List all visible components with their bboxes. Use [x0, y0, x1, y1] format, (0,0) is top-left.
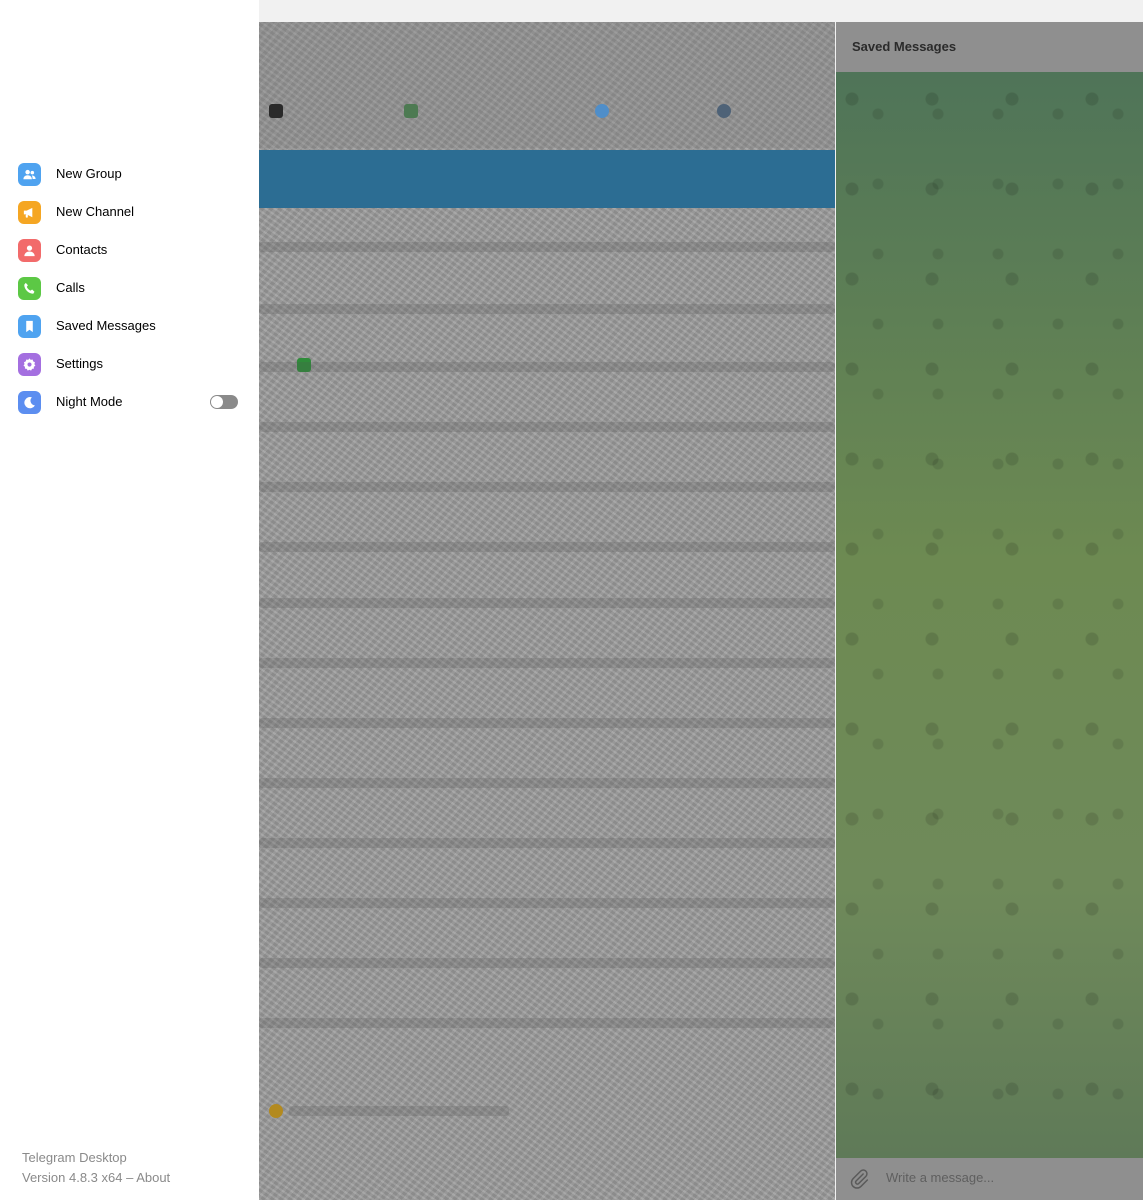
menu-item-label: New Channel — [56, 204, 135, 219]
main-menu: New Group New Channel Contacts Calls Sav… — [0, 155, 259, 421]
chat-row — [259, 362, 835, 372]
app-name: Telegram Desktop — [22, 1150, 127, 1165]
chat-list-avatar — [404, 104, 418, 118]
toggle-knob — [211, 396, 223, 408]
chat-row — [259, 242, 835, 252]
chat-list-header — [259, 22, 835, 148]
chat-list-dimmed — [259, 22, 835, 1200]
chat-row — [259, 778, 835, 788]
gear-icon — [18, 353, 41, 376]
menu-item-label: Contacts — [56, 242, 108, 257]
title-strip — [259, 0, 1143, 22]
chat-row — [289, 1106, 509, 1116]
chat-title[interactable]: Saved Messages — [852, 39, 956, 54]
chat-row — [259, 542, 835, 552]
chat-row — [259, 422, 835, 432]
chat-list-avatar — [717, 104, 731, 118]
moon-icon — [18, 391, 41, 414]
phone-icon — [18, 277, 41, 300]
main-menu-drawer: New Group New Channel Contacts Calls Sav… — [0, 0, 259, 1200]
night-mode-toggle[interactable] — [210, 395, 238, 409]
person-icon — [18, 239, 41, 262]
menu-item-new-group[interactable]: New Group — [0, 155, 259, 193]
menu-item-settings[interactable]: Settings — [0, 345, 259, 383]
group-icon — [18, 163, 41, 186]
doodle-pattern — [836, 72, 1143, 1158]
selected-chat-row — [259, 150, 835, 208]
chat-row — [259, 304, 835, 314]
menu-item-contacts[interactable]: Contacts — [0, 231, 259, 269]
chat-row — [259, 838, 835, 848]
chat-row — [259, 718, 835, 728]
chat-panel: Saved Messages Write a message... — [836, 22, 1143, 1200]
menu-item-night-mode[interactable]: Night Mode — [0, 383, 259, 421]
menu-item-label: Settings — [56, 356, 103, 371]
menu-item-label: Saved Messages — [56, 318, 156, 333]
paperclip-icon[interactable] — [848, 1168, 870, 1190]
drawer-footer: Telegram Desktop Version 4.8.3 x64 – Abo… — [22, 1150, 170, 1185]
menu-item-saved-messages[interactable]: Saved Messages — [0, 307, 259, 345]
version-about-link[interactable]: Version 4.8.3 x64 – About — [22, 1170, 170, 1185]
chat-row — [259, 958, 835, 968]
message-composer: Write a message... — [836, 1158, 1143, 1200]
menu-item-new-channel[interactable]: New Channel — [0, 193, 259, 231]
chat-list-avatar — [269, 1104, 283, 1118]
chat-row — [259, 482, 835, 492]
chat-row — [259, 598, 835, 608]
megaphone-icon — [18, 201, 41, 224]
menu-item-label: New Group — [56, 166, 122, 181]
chat-list-avatar — [269, 104, 283, 118]
bookmark-icon — [18, 315, 41, 338]
chat-list-avatar — [595, 104, 609, 118]
menu-item-label: Night Mode — [56, 394, 123, 409]
menu-item-label: Calls — [56, 280, 85, 295]
menu-item-calls[interactable]: Calls — [0, 269, 259, 307]
telegram-window: Saved Messages Write a message... New Gr… — [0, 0, 1143, 1200]
message-input[interactable]: Write a message... — [886, 1170, 994, 1185]
chat-row — [259, 898, 835, 908]
chat-row — [259, 1018, 835, 1028]
chat-row — [259, 658, 835, 668]
chat-header: Saved Messages — [836, 22, 1143, 72]
chat-background — [836, 72, 1143, 1158]
